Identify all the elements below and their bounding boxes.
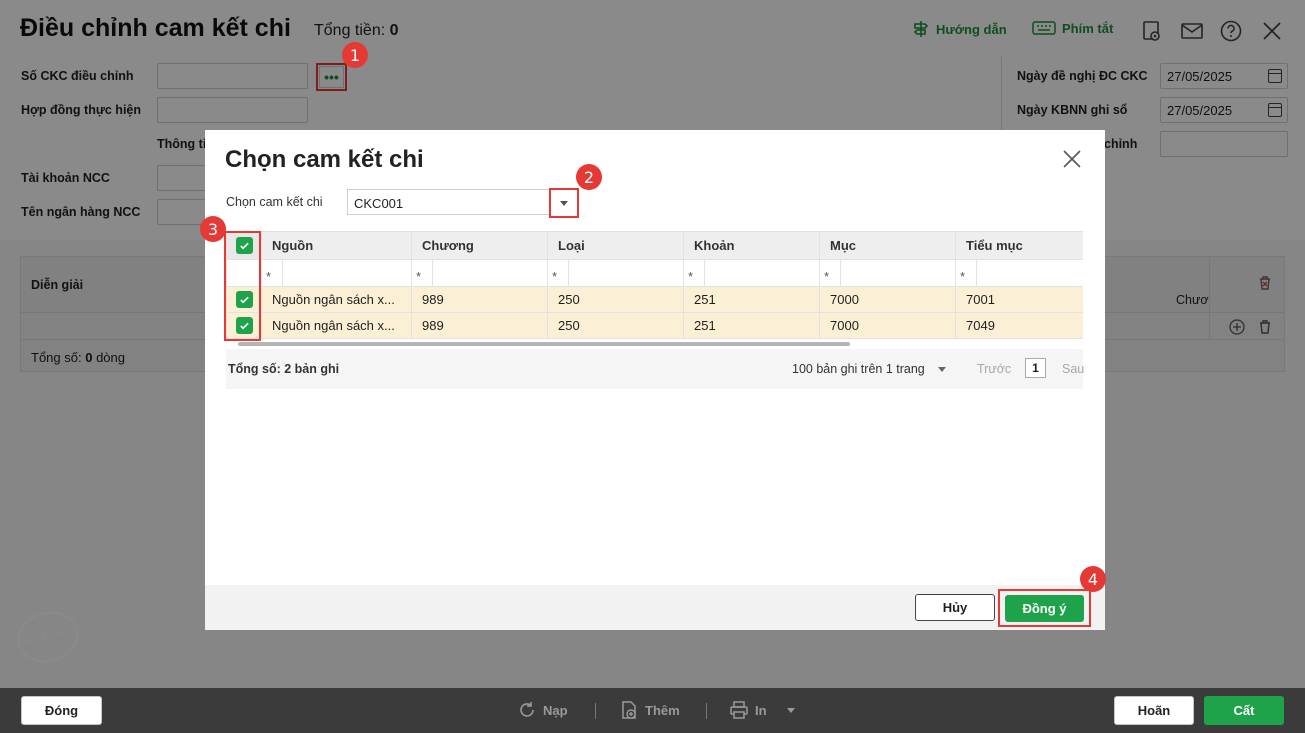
chevron-down-icon <box>560 200 568 206</box>
cell-source: Nguồn ngân sách x... <box>262 313 412 339</box>
table-row[interactable]: Nguồn ngân sách x... 989 250 251 7000 70… <box>227 313 1083 339</box>
cell-type: 250 <box>548 287 684 313</box>
filter-operator-icon[interactable]: * <box>552 263 568 284</box>
print-button[interactable]: In <box>729 700 795 720</box>
filter-source[interactable]: * <box>262 260 412 287</box>
add-button[interactable]: Thêm <box>619 700 680 720</box>
ok-button[interactable]: Đồng ý <box>1005 594 1084 622</box>
step-badge-2: 2 <box>576 164 602 190</box>
filter-input[interactable] <box>568 260 679 286</box>
filter-operator-icon[interactable]: * <box>688 263 704 284</box>
defer-button[interactable]: Hoãn <box>1114 696 1194 725</box>
cell-item: 251 <box>684 313 820 339</box>
next-page-button[interactable]: Sau <box>1062 362 1084 376</box>
commitment-dropdown-button[interactable] <box>549 188 579 218</box>
column-header-source[interactable]: Nguồn <box>262 232 412 260</box>
chevron-down-icon[interactable] <box>938 367 946 372</box>
filter-input[interactable] <box>704 260 815 286</box>
filter-operator-icon[interactable]: * <box>266 263 282 284</box>
dialog-footer: Hủy Đồng ý <box>205 585 1105 630</box>
dialog-title: Chọn cam kết chi <box>225 146 424 173</box>
filter-input[interactable] <box>840 260 951 286</box>
filter-input[interactable] <box>976 260 1079 286</box>
cell-item: 251 <box>684 287 820 313</box>
print-label: In <box>755 702 767 718</box>
step-badge-1: 1 <box>342 42 368 68</box>
filter-type[interactable]: * <box>548 260 684 287</box>
column-header-section[interactable]: Mục <box>820 232 956 260</box>
step-badge-3: 3 <box>200 216 226 242</box>
printer-icon <box>730 701 748 719</box>
filter-operator-icon[interactable]: * <box>824 263 840 284</box>
refresh-icon <box>520 702 534 717</box>
save-button[interactable]: Cất <box>1204 696 1284 725</box>
checkbox-column-highlight <box>224 231 261 341</box>
filter-operator-icon[interactable]: * <box>960 263 976 284</box>
dialog-close-icon[interactable] <box>1061 148 1083 170</box>
reload-button[interactable]: Nạp <box>517 700 568 720</box>
commitment-select-label: Chọn cam kết chi <box>226 195 323 209</box>
cell-subsection: 7049 <box>956 313 1083 339</box>
table-pager: Tổng số: 2 bản ghi 100 bản ghi trên 1 tr… <box>226 349 1084 389</box>
filter-input[interactable] <box>282 260 407 286</box>
add-document-icon <box>622 701 636 719</box>
column-header-item[interactable]: Khoản <box>684 232 820 260</box>
step-badge-4: 4 <box>1080 566 1106 592</box>
filter-item[interactable]: * <box>684 260 820 287</box>
add-label: Thêm <box>645 702 680 718</box>
filter-section[interactable]: * <box>820 260 956 287</box>
prev-page-button[interactable]: Trước <box>977 362 1011 376</box>
table-horizontal-scrollbar[interactable] <box>226 341 1083 347</box>
cancel-button[interactable]: Hủy <box>915 594 995 621</box>
commitment-select-value: CKC001 <box>354 196 404 211</box>
cell-section: 7000 <box>820 287 956 313</box>
cell-subsection: 7001 <box>956 287 1083 313</box>
scrollbar-thumb[interactable] <box>238 342 850 346</box>
column-header-type[interactable]: Loại <box>548 232 684 260</box>
cell-type: 250 <box>548 313 684 339</box>
bottom-toolbar: Đóng Nạp Thêm In Hoãn Cất <box>0 688 1305 733</box>
cell-chapter: 989 <box>412 287 548 313</box>
filter-input[interactable] <box>432 260 543 286</box>
commitment-select[interactable]: CKC001 <box>347 189 551 215</box>
cell-section: 7000 <box>820 313 956 339</box>
current-page[interactable]: 1 <box>1025 358 1046 378</box>
table-filter-row: * * * * * * <box>227 260 1083 287</box>
table-row[interactable]: Nguồn ngân sách x... 989 250 251 7000 70… <box>227 287 1083 313</box>
divider <box>595 703 596 719</box>
close-button[interactable]: Đóng <box>21 696 102 725</box>
filter-operator-icon[interactable]: * <box>416 263 432 284</box>
divider <box>706 703 707 719</box>
filter-chapter[interactable]: * <box>412 260 548 287</box>
chevron-down-icon[interactable] <box>786 707 795 713</box>
select-commitment-dialog: Chọn cam kết chi Chọn cam kết chi CKC001… <box>205 130 1105 630</box>
column-header-chapter[interactable]: Chương <box>412 232 548 260</box>
cell-source: Nguồn ngân sách x... <box>262 287 412 313</box>
column-header-subsection[interactable]: Tiểu mục <box>956 232 1083 260</box>
ok-button-highlight: Đồng ý <box>998 589 1091 627</box>
record-count: Tổng số: 2 bản ghi <box>228 362 340 376</box>
cell-chapter: 989 <box>412 313 548 339</box>
page-size-select[interactable]: 100 bản ghi trên 1 trang <box>792 362 925 376</box>
stamp-text: DỮ LIỆU MẪU <box>24 627 72 647</box>
reload-label: Nạp <box>543 702 568 718</box>
commitment-table: Nguồn Chương Loại Khoản Mục Tiểu mục * *… <box>226 231 1083 341</box>
filter-subsection[interactable]: * <box>956 260 1083 287</box>
table-header-row: Nguồn Chương Loại Khoản Mục Tiểu mục <box>227 232 1083 260</box>
